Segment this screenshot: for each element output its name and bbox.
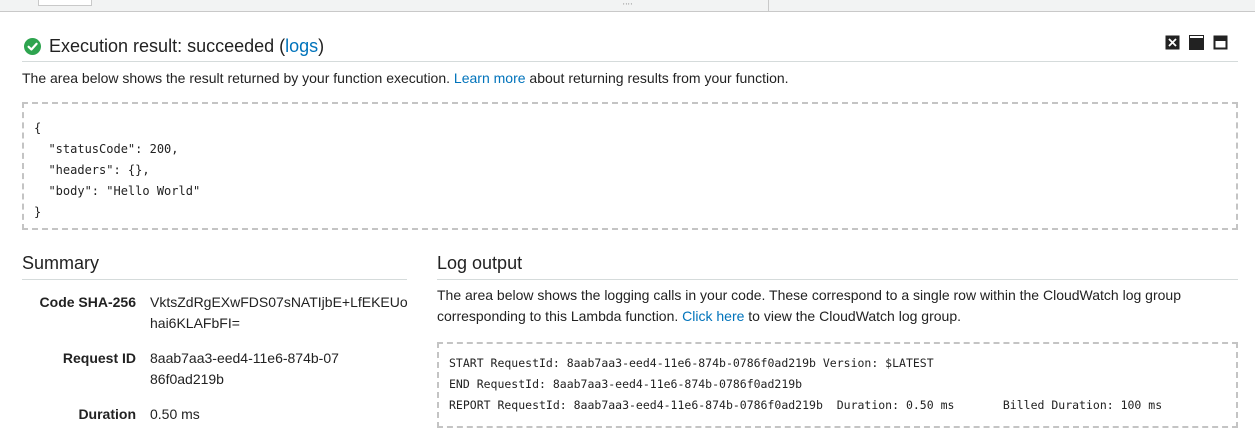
- execution-result-header: Execution result: succeeded (logs): [22, 34, 1238, 62]
- log-line-report: REPORT RequestId: 8aab7aa3-eed4-11e6-874…: [449, 398, 1163, 412]
- summary-title: Summary: [22, 253, 100, 273]
- tab-stub[interactable]: [38, 0, 92, 6]
- request-id-value: 8aab7aa3-eed4-11e6-874b-0786f0ad219b: [150, 350, 339, 387]
- logs-link[interactable]: logs: [285, 36, 318, 56]
- cloudwatch-link[interactable]: Click here: [682, 308, 744, 324]
- panel-divider: [768, 0, 769, 11]
- resize-handle[interactable]: '''': [618, 3, 638, 11]
- result-desc-after: about returning results from your functi…: [525, 70, 789, 86]
- maximize-icon[interactable]: [1213, 35, 1228, 50]
- panel-controls: [1165, 35, 1228, 50]
- title-suffix: ): [318, 36, 325, 56]
- summary-divider: [22, 279, 407, 280]
- execution-result-title: Execution result: succeeded (logs): [49, 36, 324, 57]
- result-output-box: { "statusCode": 200, "headers": {}, "bod…: [22, 102, 1238, 230]
- duration-label: Duration: [78, 406, 136, 422]
- close-icon[interactable]: [1165, 35, 1180, 50]
- sha-value: VktsZdRgEXwFDS07sNATIjbE+LfEKEUohai6KLAF…: [150, 294, 408, 331]
- log-output-title: Log output: [437, 253, 523, 273]
- request-id-label: Request ID: [62, 350, 136, 366]
- log-output-divider: [437, 279, 1238, 280]
- log-line-start: START RequestId: 8aab7aa3-eed4-11e6-874b…: [449, 356, 934, 370]
- duration-value: 0.50 ms: [150, 406, 200, 422]
- title-prefix: Execution result: succeeded (: [49, 36, 286, 56]
- log-output-description: The area below shows the logging calls i…: [437, 285, 1227, 327]
- check-circle-icon: [24, 38, 41, 55]
- sha-label: Code SHA-256: [39, 294, 136, 310]
- result-desc-before: The area below shows the result returned…: [22, 70, 454, 86]
- log-line-end: END RequestId: 8aab7aa3-eed4-11e6-874b-0…: [449, 377, 803, 391]
- result-json: { "statusCode": 200, "headers": {}, "bod…: [34, 121, 201, 219]
- result-description: The area below shows the result returned…: [22, 70, 789, 86]
- log-output-box: START RequestId: 8aab7aa3-eed4-11e6-874b…: [437, 342, 1238, 428]
- minimize-icon[interactable]: [1189, 35, 1204, 50]
- top-panel-strip: '''': [0, 0, 1255, 12]
- learn-more-link[interactable]: Learn more: [454, 70, 526, 86]
- log-desc-after: to view the CloudWatch log group.: [744, 308, 962, 324]
